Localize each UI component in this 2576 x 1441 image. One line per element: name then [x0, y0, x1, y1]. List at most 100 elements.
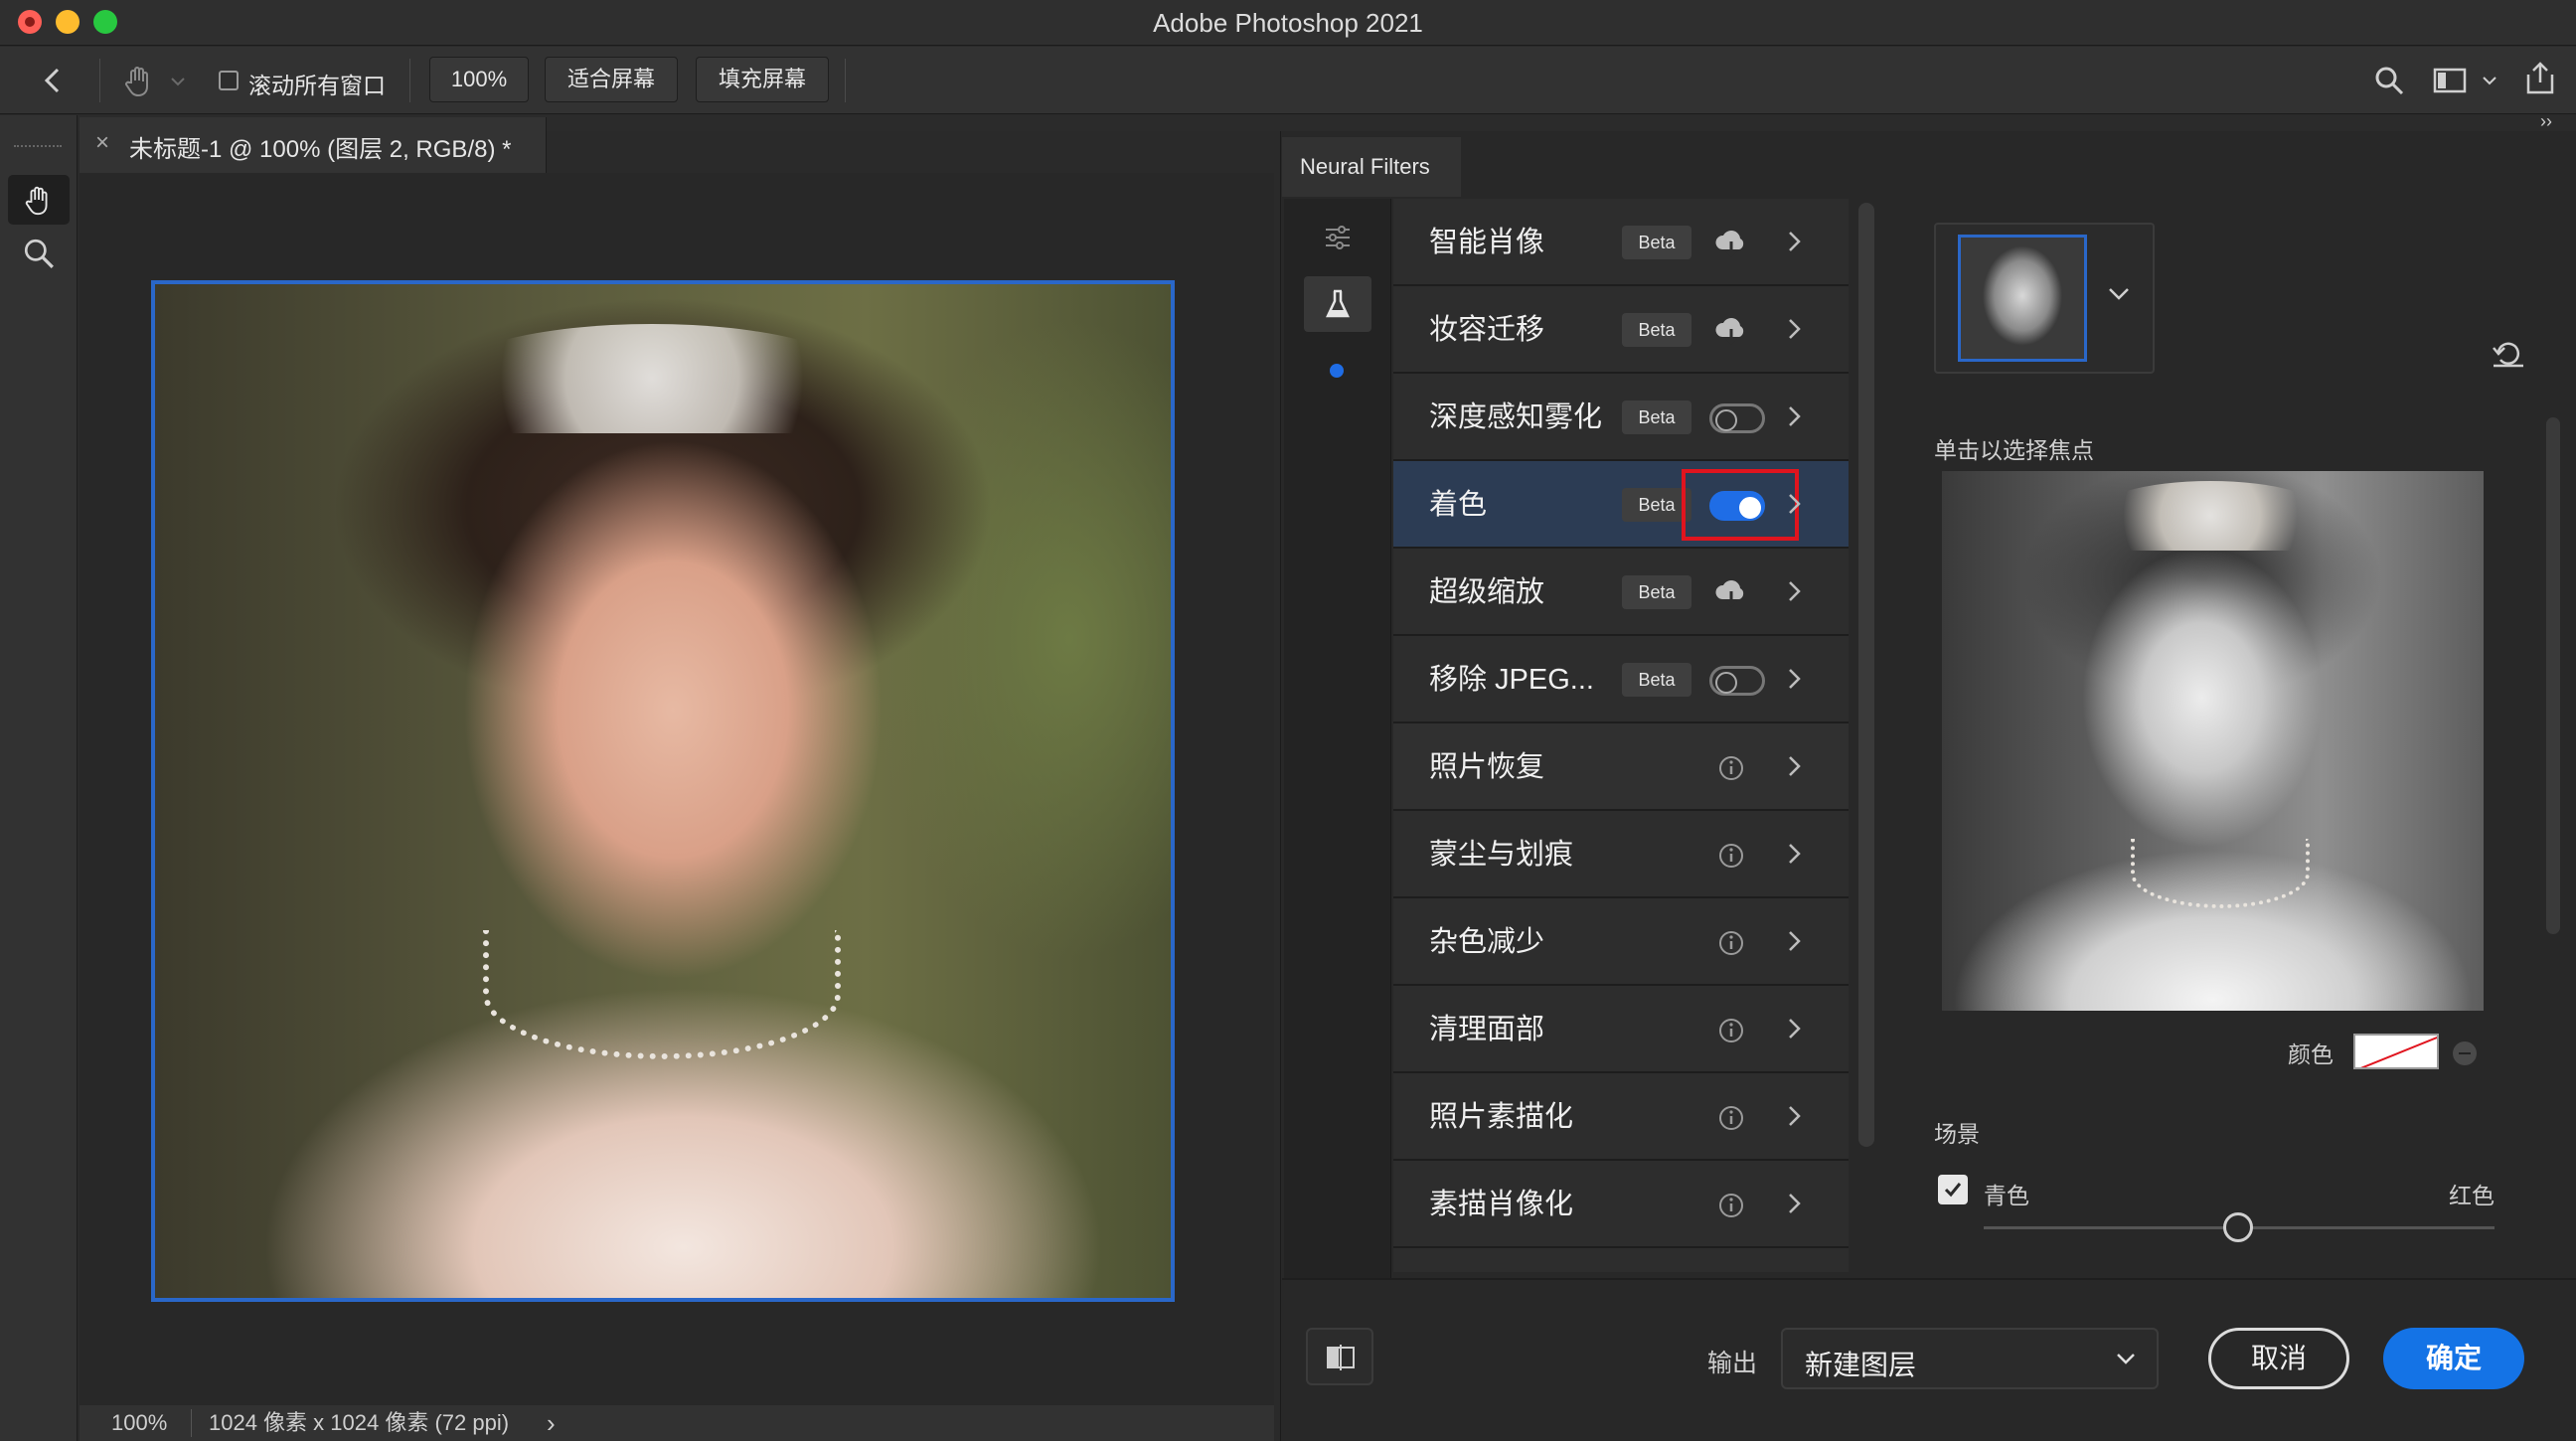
- chevron-right-icon[interactable]: [1779, 839, 1809, 869]
- output-label: 输出: [1707, 1350, 1758, 1377]
- flask-icon: [1326, 289, 1350, 318]
- color-label: 颜色: [2288, 1041, 2334, 1067]
- toolbox-grip[interactable]: [14, 145, 62, 149]
- chevron-right-icon[interactable]: [1779, 751, 1809, 781]
- chevron-right-icon[interactable]: [1779, 227, 1809, 256]
- workspace-chevron-icon[interactable]: [2483, 76, 2496, 85]
- info-icon[interactable]: [1713, 838, 1749, 874]
- filter-row-face-cleanup[interactable]: 清理面部: [1393, 986, 1849, 1073]
- chevron-right-icon[interactable]: [1779, 314, 1809, 344]
- zoom-icon: [24, 239, 54, 268]
- filter-row-depth-blur[interactable]: 深度感知雾化 Beta: [1393, 374, 1849, 461]
- filter-row-makeup-transfer[interactable]: 妆容迁移 Beta: [1393, 286, 1849, 374]
- necklace-shape: [483, 930, 841, 1059]
- filter-list: 智能肖像 Beta 妆容迁移 Beta 深度感知雾化 Beta 着色 Beta …: [1393, 199, 1849, 1272]
- scroll-all-checkbox[interactable]: [219, 71, 239, 90]
- filter-toggle[interactable]: [1709, 403, 1765, 433]
- filter-toggle[interactable]: [1709, 666, 1765, 696]
- chevron-down-icon[interactable]: [171, 77, 185, 86]
- color-swatch[interactable]: [2353, 1034, 2439, 1069]
- cancel-button[interactable]: 取消: [2208, 1328, 2349, 1389]
- window-title: Adobe Photoshop 2021: [1153, 8, 1423, 38]
- filter-name: 妆容迁移: [1429, 314, 1545, 346]
- cloud-download-icon[interactable]: [1713, 226, 1749, 261]
- hand-tool-button[interactable]: [8, 175, 70, 225]
- beta-filters-button[interactable]: [1304, 276, 1371, 332]
- back-arrow-icon[interactable]: [40, 67, 66, 94]
- chevron-right-icon[interactable]: [1779, 1189, 1809, 1218]
- cyan-label: 青色: [1984, 1183, 2029, 1208]
- chevron-right-icon[interactable]: [1779, 401, 1809, 431]
- info-icon[interactable]: [1713, 925, 1749, 961]
- remove-color-icon[interactable]: [2453, 1041, 2477, 1065]
- info-icon[interactable]: [1713, 750, 1749, 786]
- options-bar: 滚动所有窗口 100% 适合屏幕 填充屏幕: [0, 47, 2576, 114]
- cloud-download-icon[interactable]: [1713, 575, 1749, 611]
- split-view-icon: [1327, 1345, 1355, 1370]
- info-icon[interactable]: [1713, 1100, 1749, 1136]
- beta-badge: Beta: [1622, 663, 1691, 697]
- colorized-photo[interactable]: [151, 280, 1175, 1302]
- all-filters-icon[interactable]: [1324, 225, 1352, 250]
- reset-icon[interactable]: [2491, 338, 2526, 370]
- search-icon[interactable]: [2373, 65, 2405, 96]
- before-after-toggle[interactable]: [1306, 1328, 1373, 1385]
- document-title: 未标题-1 @ 100% (图层 2, RGB/8) *: [129, 136, 512, 163]
- neural-filters-tab[interactable]: Neural Filters: [1282, 137, 1461, 197]
- share-icon[interactable]: [2524, 61, 2556, 96]
- status-bar: 100% 1024 像素 x 1024 像素 (72 ppi) ›: [80, 1405, 1274, 1441]
- document-tab[interactable]: × 未标题-1 @ 100% (图层 2, RGB/8) *: [80, 117, 547, 173]
- status-more-icon[interactable]: ›: [547, 1405, 556, 1441]
- filter-name: 深度感知雾化: [1429, 401, 1603, 433]
- chevron-right-icon[interactable]: [1779, 664, 1809, 694]
- output-select[interactable]: 新建图层: [1781, 1328, 2159, 1389]
- settings-scrollbar[interactable]: [2546, 417, 2560, 934]
- ok-button[interactable]: 确定: [2383, 1328, 2524, 1389]
- filter-row-smart-portrait[interactable]: 智能肖像 Beta: [1393, 199, 1849, 286]
- filter-row-photo-sketch[interactable]: 照片素描化: [1393, 1073, 1849, 1161]
- filter-name: 照片素描化: [1429, 1101, 1574, 1133]
- filter-name: 移除 JPEG...: [1429, 664, 1594, 696]
- filter-category-sidebar: [1284, 199, 1391, 1278]
- info-icon[interactable]: [1713, 1013, 1749, 1048]
- filter-name: 清理面部: [1429, 1014, 1545, 1045]
- filter-name: 智能肖像: [1429, 227, 1545, 258]
- expand-right-icon[interactable]: ››: [2540, 111, 2552, 132]
- chevron-right-icon[interactable]: [1779, 1014, 1809, 1043]
- workspace-icon[interactable]: [2433, 67, 2467, 94]
- beta-badge: Beta: [1622, 226, 1691, 259]
- cyan-red-slider-knob[interactable]: [2223, 1212, 2253, 1242]
- info-icon[interactable]: [1713, 1188, 1749, 1223]
- bw-focus-preview[interactable]: [1942, 471, 2484, 1011]
- chevron-right-icon[interactable]: [1779, 1101, 1809, 1131]
- filter-name: 蒙尘与划痕: [1429, 839, 1574, 871]
- chevron-right-icon[interactable]: [1779, 489, 1809, 519]
- zoom-100-button[interactable]: 100%: [429, 57, 529, 102]
- filter-row-photo-restoration[interactable]: 照片恢复: [1393, 723, 1849, 811]
- reference-thumbnail[interactable]: [1958, 235, 2087, 362]
- red-label: 红色: [2449, 1183, 2495, 1208]
- filter-row-dust-scratches[interactable]: 蒙尘与划痕: [1393, 811, 1849, 898]
- filter-row-sketch-portrait[interactable]: 素描肖像化: [1393, 1161, 1849, 1248]
- fill-screen-button[interactable]: 填充屏幕: [696, 57, 829, 102]
- filter-name: 照片恢复: [1429, 751, 1545, 783]
- reference-dropdown-chevron-icon[interactable]: [2107, 286, 2131, 302]
- hand-tool-icon[interactable]: [121, 63, 157, 98]
- zoom-tool-button[interactable]: [8, 229, 70, 278]
- filter-list-scrollbar[interactable]: [1858, 203, 1874, 1147]
- checkmark-icon: [1944, 1183, 1962, 1198]
- document-canvas-area: [80, 173, 1274, 1405]
- chevron-right-icon[interactable]: [1779, 926, 1809, 956]
- hand-icon: [25, 186, 48, 216]
- cloud-download-icon[interactable]: [1713, 313, 1749, 349]
- filter-row-noise-reduction[interactable]: 杂色减少: [1393, 898, 1849, 986]
- cyan-red-checkbox[interactable]: [1938, 1175, 1968, 1204]
- filter-row-jpeg-artifacts[interactable]: 移除 JPEG... Beta: [1393, 636, 1849, 723]
- status-zoom[interactable]: 100%: [111, 1405, 167, 1441]
- fit-screen-button[interactable]: 适合屏幕: [545, 57, 678, 102]
- scene-label: 场景: [1934, 1121, 1980, 1147]
- close-tab-icon[interactable]: ×: [95, 129, 109, 157]
- filter-row-super-zoom[interactable]: 超级缩放 Beta: [1393, 549, 1849, 636]
- filter-row-colorize[interactable]: 着色 Beta: [1393, 461, 1849, 549]
- chevron-right-icon[interactable]: [1779, 576, 1809, 606]
